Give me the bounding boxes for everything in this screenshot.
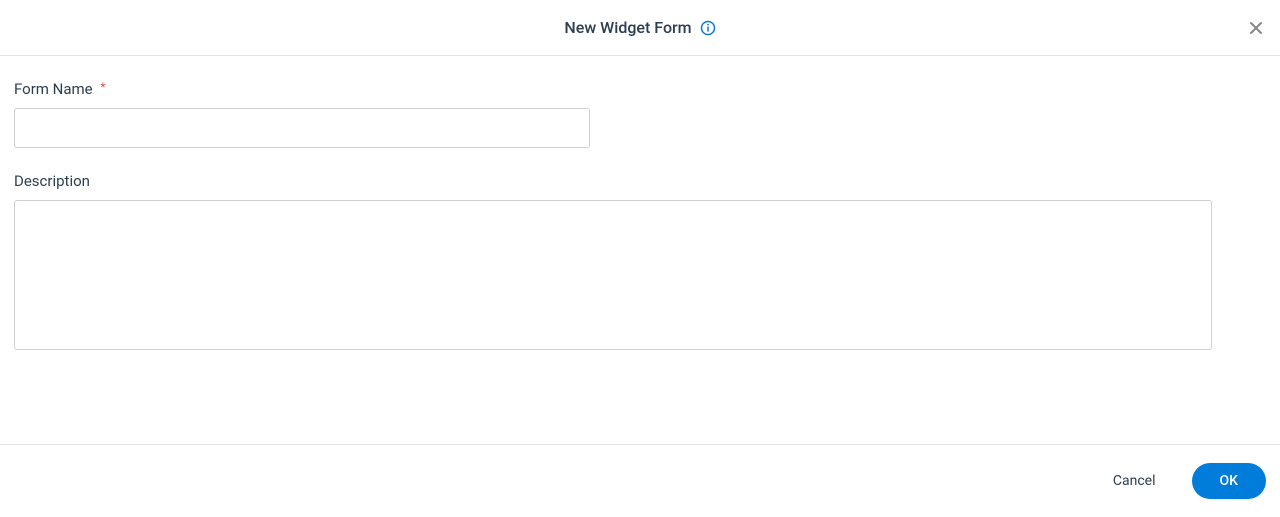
info-icon[interactable] [700, 20, 716, 36]
dialog-title-container: New Widget Form [564, 18, 715, 37]
form-name-group: Form Name * [14, 80, 1266, 148]
cancel-button[interactable]: Cancel [1101, 465, 1168, 497]
dialog-footer: Cancel OK [0, 444, 1280, 517]
dialog-header: New Widget Form [0, 0, 1280, 56]
dialog-body: Form Name * Description [0, 56, 1280, 354]
ok-button[interactable]: OK [1192, 463, 1267, 499]
close-button[interactable] [1244, 16, 1268, 40]
dialog-title: New Widget Form [564, 18, 691, 37]
description-label: Description [14, 172, 1266, 190]
form-name-label-text: Form Name [14, 80, 93, 98]
description-input[interactable] [14, 200, 1212, 350]
form-name-input[interactable] [14, 108, 590, 148]
form-name-label: Form Name * [14, 80, 1266, 98]
description-group: Description [14, 172, 1266, 354]
required-asterisk: * [100, 80, 105, 94]
